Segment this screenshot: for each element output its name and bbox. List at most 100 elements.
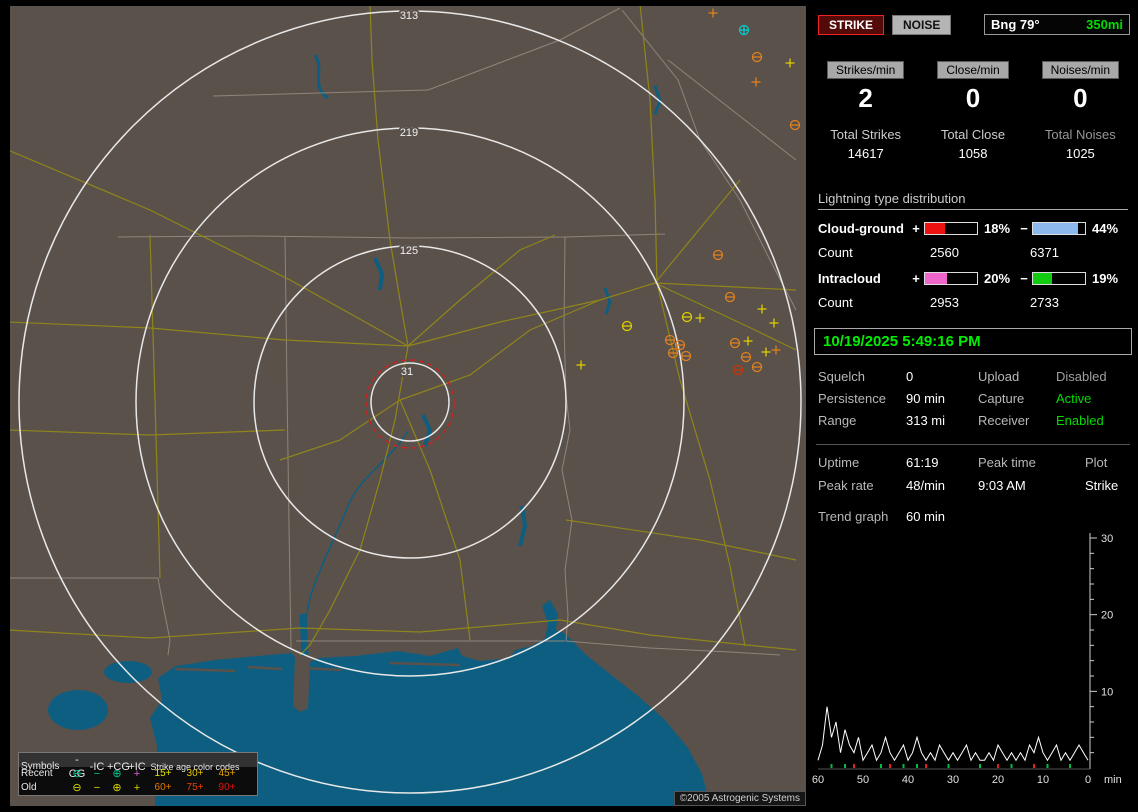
map-display[interactable]: 313 219 125 31 — [7, 3, 806, 806]
minus-sign: − — [1020, 221, 1028, 236]
trend-x-unit-label: min — [1104, 774, 1122, 786]
ring-label-219: 219 — [400, 127, 418, 139]
close-per-min-button[interactable]: Close/min — [937, 61, 1009, 79]
trend-graph-panel: 30 20 10 60 50 40 30 20 10 0 min — [812, 530, 1134, 788]
status-row: Peak rate 48/min 9:03 AM Strike — [818, 478, 1128, 493]
trend-y-tick-label: 30 — [1101, 533, 1113, 545]
bar-fill — [1033, 273, 1052, 284]
application-window: 313 219 125 31 Symbols -CG -IC +CG +IC S… — [0, 0, 1138, 812]
strikes-per-min-button[interactable]: Strikes/min — [826, 61, 905, 79]
age-45-label: 45+ — [218, 768, 236, 779]
age-75-label: 75+ — [186, 782, 204, 793]
age-30-label: 30+ — [186, 768, 204, 779]
capture-label: Capture — [978, 391, 1025, 406]
copyright-label: ©2005 Astrogenic Systems — [673, 791, 806, 806]
cloud-ground-positive-pct: 18% — [984, 221, 1011, 236]
intracloud-positive-bar — [924, 272, 978, 285]
trend-y-tick-label: 10 — [1101, 686, 1113, 698]
bar-fill — [925, 223, 945, 234]
intracloud-row: Intracloud + 20% − 19% — [818, 271, 1128, 286]
intracloud-count-row: Count 2953 2733 — [818, 295, 1128, 310]
age-60-label: 60+ — [154, 782, 172, 793]
trend-x-tick-label: 60 — [812, 774, 824, 786]
count-label: Count — [818, 295, 853, 310]
upload-status: Disabled — [1056, 369, 1107, 384]
legend-recent-label: Recent — [21, 768, 53, 779]
peak-rate-value: 48/min — [906, 478, 946, 493]
pos-cg-old-icon: ⊕ — [112, 782, 122, 794]
squelch-label: Squelch — [818, 369, 865, 384]
range-setting-value: 313 mi — [906, 413, 946, 428]
cloud-ground-negative-bar — [1032, 222, 1086, 235]
mode-toolbar: STRIKE NOISE Bng 79° 350mi — [812, 6, 1134, 35]
neg-ic-recent-icon: − — [93, 768, 101, 780]
total-noises-value: 1025 — [1065, 146, 1095, 161]
trend-y-tick-label: 20 — [1101, 610, 1113, 622]
divider — [816, 444, 1130, 445]
neg-cg-recent-icon: ⊖ — [72, 768, 82, 780]
cloud-ground-positive-count: 2560 — [930, 245, 959, 260]
legend-row-old: Old ⊖ − ⊕ + 60+ 75+ 90+ — [19, 781, 257, 795]
upload-label: Upload — [978, 369, 1020, 384]
total-close-label: Total Close — [940, 127, 1006, 142]
distribution-title: Lightning type distribution — [818, 191, 1128, 210]
intracloud-negative-count: 2733 — [1030, 295, 1059, 310]
trend-x-tick-label: 50 — [857, 774, 869, 786]
strikes-rate-column: Strikes/min 2 Total Strikes 14617 — [812, 61, 919, 161]
peak-rate-label: Peak rate — [818, 478, 874, 493]
uptime-label: Uptime — [818, 455, 860, 470]
receiver-label: Receiver — [978, 413, 1030, 428]
count-label: Count — [818, 245, 853, 260]
neg-ic-old-icon: − — [93, 782, 101, 794]
total-strikes-value: 14617 — [847, 146, 884, 161]
plus-sign: + — [912, 221, 920, 236]
age-15-label: 15+ — [154, 768, 172, 779]
capture-status: Active — [1056, 391, 1092, 406]
trend-x-tick-label: 20 — [992, 774, 1004, 786]
strike-symbol — [738, 24, 750, 36]
uptime-value: 61:19 — [906, 455, 939, 470]
trend-graph-header: Trend graph 60 min — [812, 509, 1134, 524]
noise-button[interactable]: NOISE — [892, 14, 952, 35]
settings-row: Squelch 0 Upload Disabled — [818, 369, 1128, 384]
range-label: Range — [818, 413, 857, 428]
close-rate-column: Close/min 0 Total Close 1058 — [919, 61, 1026, 161]
intracloud-negative-pct: 19% — [1092, 271, 1119, 286]
settings-row: Range 313 mi Receiver Enabled — [818, 413, 1128, 428]
datetime-display: 10/19/2025 5:49:16 PM — [814, 328, 1132, 355]
receiver-status: Enabled — [1056, 413, 1104, 428]
trend-x-tick-label: 10 — [1037, 774, 1049, 786]
persistence-label: Persistence — [818, 391, 886, 406]
trend-x-tick-label: 40 — [902, 774, 914, 786]
map-panel: 313 219 125 31 Symbols -CG -IC +CG +IC S… — [7, 3, 806, 806]
cloud-ground-count-row: Count 2560 6371 — [818, 245, 1128, 260]
sidebar: STRIKE NOISE Bng 79° 350mi Strikes/min 2… — [812, 6, 1134, 806]
trend-trace — [817, 706, 1089, 762]
noises-per-min-button[interactable]: Noises/min — [1041, 61, 1119, 79]
intracloud-label: Intracloud — [818, 271, 881, 286]
pos-cg-recent-icon: ⊕ — [112, 768, 122, 780]
legend-old-label: Old — [21, 782, 37, 793]
neg-cg-old-icon: ⊖ — [72, 782, 82, 794]
cloud-ground-label: Cloud-ground — [818, 221, 904, 236]
strike-button[interactable]: STRIKE — [818, 14, 885, 35]
intracloud-negative-bar — [1032, 272, 1086, 285]
bearing-value: Bng 79° — [991, 17, 1040, 32]
total-noises-label: Total Noises — [1044, 127, 1116, 142]
total-close-value: 1058 — [958, 146, 988, 161]
peak-time-label: Peak time — [978, 455, 1036, 470]
lightning-distribution-panel: Lightning type distribution Cloud-ground… — [812, 191, 1134, 310]
legend-row-recent: Recent ⊖ − ⊕ + 15+ 30+ 45+ — [19, 767, 257, 781]
noises-per-min-value: 0 — [1073, 83, 1088, 113]
plus-sign: + — [912, 271, 920, 286]
bar-fill — [925, 273, 947, 284]
bearing-range-display: Bng 79° 350mi — [984, 14, 1130, 35]
bar-fill — [1033, 223, 1078, 234]
cloud-ground-row: Cloud-ground + 18% − 44% — [818, 221, 1128, 236]
trend-x-tick-label: 0 — [1085, 774, 1091, 786]
squelch-value: 0 — [906, 369, 914, 384]
plot-value: Strike — [1085, 478, 1119, 493]
rates-panel: Strikes/min 2 Total Strikes 14617 Close/… — [812, 61, 1134, 161]
cloud-ground-positive-bar — [924, 222, 978, 235]
ring-label-125: 125 — [400, 245, 418, 257]
